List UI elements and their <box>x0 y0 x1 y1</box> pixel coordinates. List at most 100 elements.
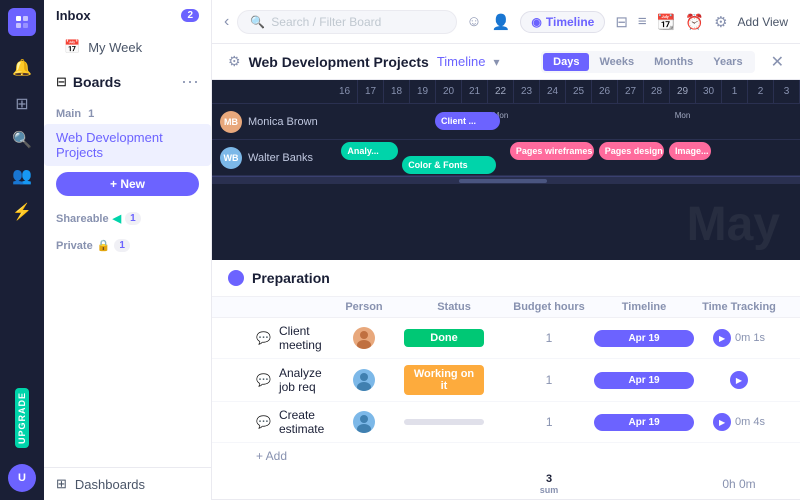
tracking-sum-prep: 0h 0m <box>694 477 784 491</box>
calendar-icon: 📅 <box>64 39 80 55</box>
gantt-person-walter: WB Walter Banks <box>212 147 332 169</box>
settings-icon[interactable]: ⚙ <box>714 13 727 31</box>
inbox-label: Inbox <box>56 8 181 23</box>
search-box[interactable]: 🔍 Search / Filter Board <box>237 10 457 34</box>
notification-icon[interactable]: 🔔 <box>6 52 38 84</box>
tab-days[interactable]: Days <box>543 53 589 71</box>
gantt-row-walter: WB Walter Banks Analy... Color & Fonts C… <box>212 140 800 176</box>
board-chevron[interactable]: ▾ <box>493 55 499 69</box>
status-working-badge[interactable]: Working on it <box>404 365 484 395</box>
person-icon[interactable]: 👤 <box>492 13 511 31</box>
tab-years[interactable]: Years <box>703 53 752 71</box>
icon-sidebar: 🔔 ⊞ 🔍 👥 ⚡ UPGRADE U <box>0 0 44 500</box>
sidebar-item-myweek[interactable]: 📅 My Week <box>44 31 211 63</box>
gantt-bar-pages-design[interactable]: Pages design <box>599 142 665 160</box>
timeline-view-btn[interactable]: ◉ Timeline <box>520 11 605 33</box>
people-icon[interactable]: 👥 <box>6 160 38 192</box>
sidebar-item-dashboards[interactable]: ⊞ Dashboards <box>44 467 211 500</box>
sidebar-item-boards[interactable]: ⊟ Boards ··· <box>44 63 211 100</box>
preparation-cols: Person Status Budget hours Timeline Time… <box>212 297 800 318</box>
date-2: 2 <box>748 80 774 103</box>
avatar-client <box>353 327 375 349</box>
home-icon[interactable]: ⊞ <box>6 88 38 120</box>
timeline-badge-client[interactable]: Apr 19 <box>594 330 694 347</box>
comment-icon-client[interactable]: 💬 <box>256 331 271 345</box>
sidebar-board-web-dev[interactable]: Web Development Projects <box>44 124 211 166</box>
bolt-icon[interactable]: ⚡ <box>6 196 38 228</box>
boards-more-icon[interactable]: ··· <box>181 71 199 92</box>
board-settings-icon[interactable]: ⚙ <box>228 53 241 70</box>
col-status-estimate <box>404 419 504 425</box>
private-section: Private 🔒 1 <box>44 229 211 256</box>
tracking-client: ▶ 0m 1s <box>694 329 784 347</box>
play-btn-analyze[interactable]: ▶ <box>730 371 748 389</box>
preparation-name: Preparation <box>252 270 330 286</box>
search-icon[interactable]: 🔍 <box>6 124 38 156</box>
date-22-mon: 22Mon <box>488 80 514 103</box>
gantt-bar-color-fonts[interactable]: Color & Fonts <box>402 156 496 174</box>
gantt-bar-images[interactable]: Image... <box>669 142 711 160</box>
new-button[interactable]: + New <box>56 172 199 196</box>
app-logo <box>8 8 36 36</box>
gantt-bar-pages-wireframes[interactable]: Pages wireframes <box>510 142 594 160</box>
smiley-icon[interactable]: ☺ <box>466 13 481 30</box>
main-section-title: Main 1 <box>44 100 211 124</box>
calendar-icon-top[interactable]: 📆 <box>657 13 676 31</box>
topbar-icons: ☺ 👤 ◉ Timeline ⊟ ≡ 📆 ⏰ ⚙ Add View <box>466 11 788 33</box>
comment-icon-analyze[interactable]: 💬 <box>256 373 271 387</box>
tab-weeks[interactable]: Weeks <box>589 53 644 71</box>
gantt-bar-client[interactable]: Client ... <box>435 112 501 130</box>
timeline-analyze: Apr 19 <box>594 372 694 389</box>
timeline-label: Timeline <box>546 15 594 29</box>
col-status-analyze: Working on it <box>404 365 504 395</box>
clock-icon[interactable]: ⏰ <box>685 13 704 31</box>
sum-val-prep: 3 sum <box>504 473 594 495</box>
task-name-analyze: 💬 Analyze job req <box>256 366 324 394</box>
date-30: 30 <box>696 80 722 103</box>
user-avatar-bottom[interactable]: U <box>8 464 36 492</box>
search-placeholder: Search / Filter Board <box>271 15 381 29</box>
sidebar-item-inbox[interactable]: Inbox 2 <box>44 0 211 31</box>
status-done-badge[interactable]: Done <box>404 329 484 347</box>
topbar: ‹ 🔍 Search / Filter Board ☺ 👤 ◉ Timeline… <box>212 0 800 44</box>
shareable-section: Shareable ◀ 1 <box>44 202 211 229</box>
add-view-btn[interactable]: Add View <box>738 15 788 29</box>
add-task-prep[interactable]: + Add <box>212 443 800 469</box>
play-btn-estimate[interactable]: ▶ <box>713 413 731 431</box>
board-subtitle: Timeline <box>437 54 486 69</box>
list-icon[interactable]: ≡ <box>638 13 647 30</box>
timeline-icon: ◉ <box>531 15 541 29</box>
gantt-chart: 16 17 18 19 20 21 22Mon 23 24 25 26 27 2… <box>212 80 800 260</box>
upgrade-button[interactable]: UPGRADE <box>15 388 29 448</box>
date-3: 3 <box>774 80 800 103</box>
timeline-estimate: Apr 19 <box>594 414 694 431</box>
comment-icon-estimate[interactable]: 💬 <box>256 415 271 429</box>
task-row-client-meeting: 💬 Client meeting Done 1 Apr 19 ▶ 0m 1s <box>212 318 800 359</box>
date-25: 25 <box>566 80 592 103</box>
date-18: 18 <box>384 80 410 103</box>
timeline-badge-estimate[interactable]: Apr 19 <box>594 414 694 431</box>
col-person-analyze <box>324 369 404 391</box>
col-person-estimate <box>324 411 404 433</box>
close-button[interactable]: ✕ <box>771 52 784 72</box>
date-20: 20 <box>436 80 462 103</box>
main-sidebar: Inbox 2 📅 My Week ⊟ Boards ··· Main 1 We… <box>44 0 212 500</box>
board-header: ⚙ Web Development Projects Timeline ▾ Da… <box>212 44 800 80</box>
view-tabs: Days Weeks Months Years <box>541 51 754 73</box>
play-btn-client[interactable]: ▶ <box>713 329 731 347</box>
dashboards-icon: ⊞ <box>56 476 67 492</box>
col-person-client <box>324 327 404 349</box>
sum-row-prep: 3 sum 0h 0m <box>212 469 800 500</box>
gantt-bar-analyze[interactable]: Analy... <box>341 142 397 160</box>
back-arrow[interactable]: ‹ <box>224 13 229 31</box>
board-name: Web Development Projects <box>56 130 199 160</box>
gantt-scrollbar[interactable] <box>212 176 800 184</box>
grid-icon[interactable]: ⊟ <box>615 13 628 31</box>
tab-months[interactable]: Months <box>644 53 703 71</box>
budget-client: 1 <box>504 331 594 345</box>
timeline-badge-analyze[interactable]: Apr 19 <box>594 372 694 389</box>
preparation-group-header: Preparation <box>212 260 800 297</box>
gantt-row-monica: MB Monica Brown Client ... <box>212 104 800 140</box>
task-name-client-meeting: 💬 Client meeting <box>256 324 324 352</box>
task-row-analyze: 💬 Analyze job req Working on it 1 Apr 19… <box>212 359 800 402</box>
